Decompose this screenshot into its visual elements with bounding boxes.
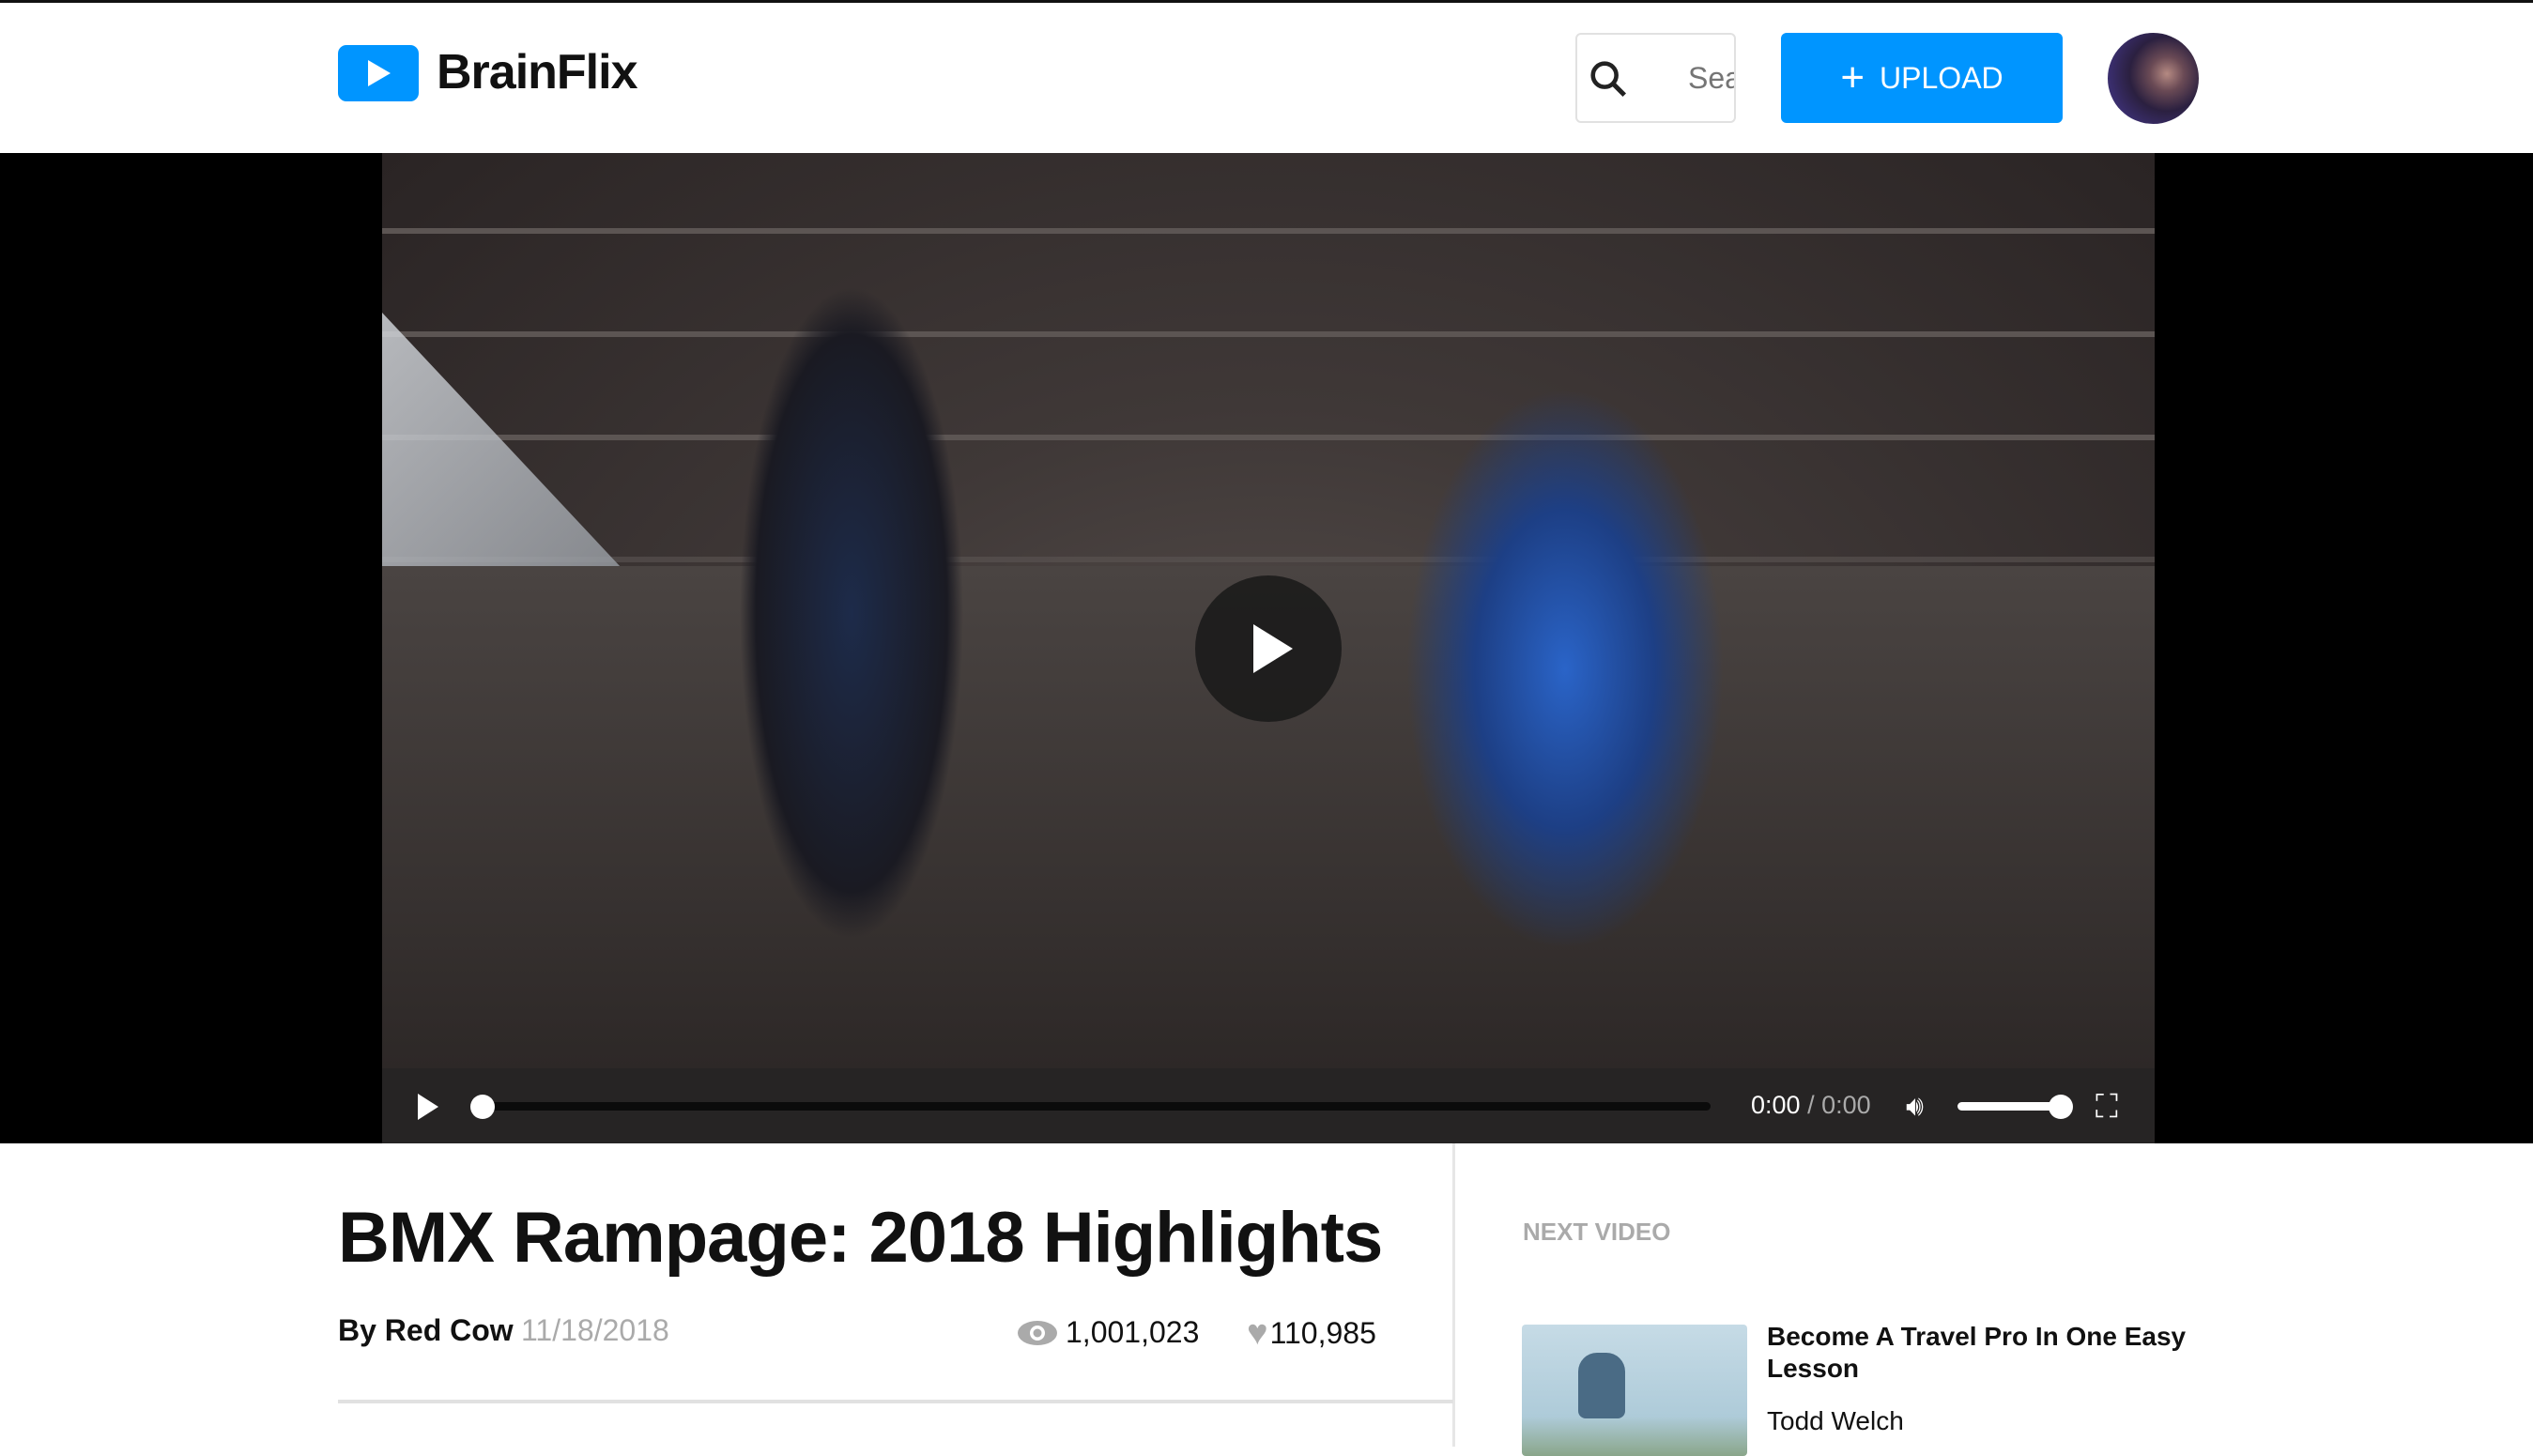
upload-button[interactable]: + UPLOAD (1781, 33, 2063, 123)
video-date: 11/18/2018 (521, 1313, 669, 1347)
duration: 0:00 (1821, 1091, 1871, 1119)
volume-handle[interactable] (2049, 1095, 2073, 1119)
play-overlay-button[interactable] (1195, 575, 1342, 722)
fullscreen-icon[interactable]: ⛶ (2095, 1089, 2118, 1126)
next-video-heading: NEXT VIDEO (1523, 1218, 1671, 1246)
search-input[interactable] (1688, 61, 1734, 96)
video-player: 0:00 / 0:00 🔊︎ ⛶ (0, 153, 2533, 1143)
heart-icon[interactable]: ♥ (1247, 1313, 1268, 1354)
section-divider (338, 1400, 1453, 1403)
user-avatar[interactable] (2108, 33, 2199, 124)
views-value: 1,001,023 (1066, 1315, 1200, 1349)
search-box[interactable] (1575, 33, 1736, 123)
volume-slider[interactable] (1957, 1102, 2061, 1111)
progress-handle[interactable] (470, 1095, 495, 1119)
plus-icon: + (1840, 54, 1865, 100)
brainflix-logo-icon[interactable] (338, 45, 419, 101)
player-controls: 0:00 / 0:00 🔊︎ ⛶ (382, 1068, 2155, 1143)
brand-name[interactable]: BrainFlix (437, 44, 637, 100)
time-separator: / (1800, 1091, 1822, 1119)
play-icon[interactable] (418, 1094, 438, 1120)
view-count: 1,001,023 (1017, 1315, 1199, 1350)
volume-icon[interactable]: 🔊︎ (1906, 1091, 1924, 1123)
video-author: By Red Cow (338, 1313, 514, 1347)
search-icon (1590, 61, 1627, 98)
video-frame[interactable]: 0:00 / 0:00 🔊︎ ⛶ (382, 153, 2155, 1143)
time-display: 0:00 / 0:00 (1751, 1091, 1871, 1120)
current-time: 0:00 (1751, 1091, 1801, 1119)
progress-scrubber[interactable] (484, 1102, 1711, 1111)
likes-value: 110,985 (1269, 1316, 1376, 1350)
upload-label: UPLOAD (1880, 60, 2003, 95)
video-title: BMX Rampage: 2018 Highlights (338, 1198, 1383, 1278)
next-video-thumbnail[interactable] (1522, 1325, 1747, 1456)
like-count: ♥ 110,985 (1247, 1313, 1376, 1354)
next-video-title[interactable]: Become A Travel Pro In One Easy Lesson (1767, 1321, 2199, 1385)
next-video-author: Todd Welch (1767, 1406, 1904, 1435)
eye-icon (1018, 1320, 1057, 1345)
